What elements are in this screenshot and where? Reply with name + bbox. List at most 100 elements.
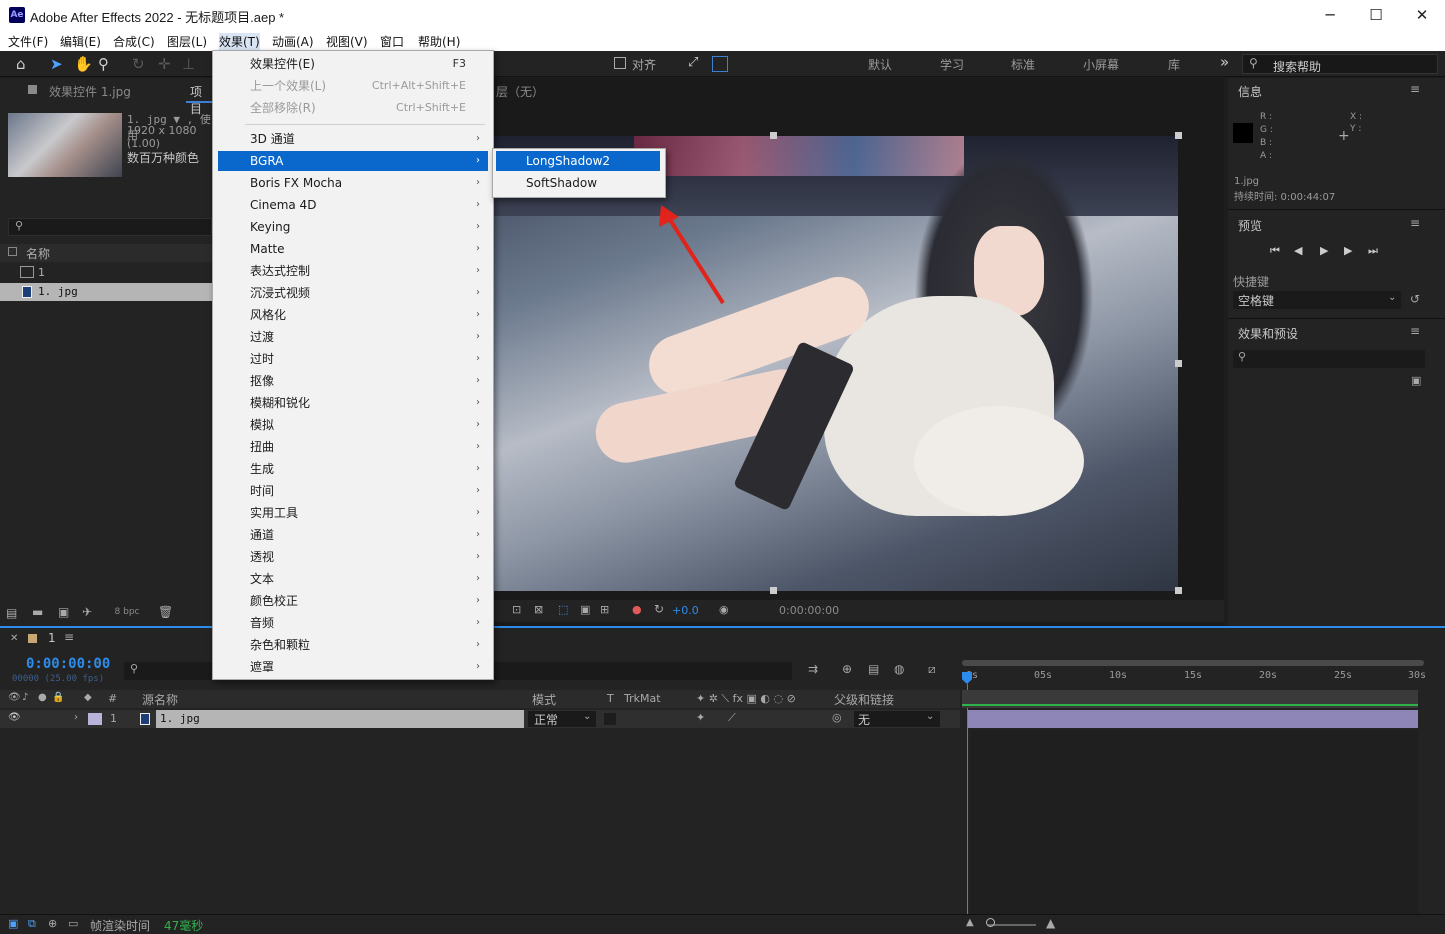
menu-item-audio[interactable]: 音频 › xyxy=(218,613,488,633)
menu-item-bgra[interactable]: BGRA › xyxy=(218,151,488,171)
selection-tool-icon[interactable]: ➤ xyxy=(50,55,63,73)
hand-tool-icon[interactable]: ✋ xyxy=(74,55,93,73)
play-icon[interactable]: ▶︎ xyxy=(1320,244,1328,257)
more-workspaces-button[interactable]: » xyxy=(1220,53,1229,71)
workspace-small-screen[interactable]: 小屏幕 xyxy=(1083,56,1119,73)
menu-item-expression-controls[interactable]: 表达式控制 › xyxy=(218,261,488,281)
workspace-standard[interactable]: 标准 xyxy=(1011,56,1035,73)
bit-depth-button[interactable]: 8 bpc xyxy=(105,607,149,621)
visibility-eye-icon[interactable]: 👁 xyxy=(8,712,21,723)
transform-handle[interactable] xyxy=(770,587,777,594)
menu-item-time[interactable]: 时间 › xyxy=(218,481,488,501)
snapshot-icon[interactable]: ◉ xyxy=(719,603,729,616)
color-channels-icon[interactable]: ● xyxy=(632,603,642,616)
current-timecode[interactable]: 0:00:00:00 xyxy=(26,656,110,672)
menu-view[interactable]: 视图(V) xyxy=(326,33,368,50)
snap-target-icon[interactable] xyxy=(712,56,728,72)
new-preset-icon[interactable]: ▣ xyxy=(1411,374,1421,387)
toggle-in-out-icon[interactable]: ⊕ xyxy=(48,917,57,930)
menu-item-blur-sharpen[interactable]: 模糊和锐化 › xyxy=(218,393,488,413)
last-frame-icon[interactable]: ⏭ xyxy=(1368,244,1378,258)
reset-icon[interactable]: ↺ xyxy=(1410,292,1420,306)
menu-item-obsolete[interactable]: 过时 › xyxy=(218,349,488,369)
menu-item-keying-cn[interactable]: 抠像 › xyxy=(218,371,488,391)
previous-frame-icon[interactable]: ◀︎ xyxy=(1294,244,1302,257)
menu-item-stylize[interactable]: 风格化 › xyxy=(218,305,488,325)
menu-item-channel[interactable]: 通道 › xyxy=(218,525,488,545)
work-area-bar[interactable] xyxy=(962,660,1424,666)
col-trkmat[interactable]: TrkMat xyxy=(624,692,661,705)
menu-item-simulation[interactable]: 模拟 › xyxy=(218,415,488,435)
layer-row[interactable]: 👁 › 1 1. jpg 正常 ⌄ ✦ ⟋ ◎ 无 ⌄ xyxy=(0,710,960,728)
composition-image[interactable] xyxy=(494,136,1178,591)
zoom-slider-thumb[interactable] xyxy=(986,918,995,927)
playhead-handle[interactable] xyxy=(962,672,972,684)
col-mode[interactable]: 模式 xyxy=(532,691,556,708)
exposure-value[interactable]: +0.0 xyxy=(672,604,699,617)
transform-handle[interactable] xyxy=(1175,360,1182,367)
col-source-name[interactable]: 源名称 xyxy=(142,691,178,708)
pick-whip-icon[interactable]: ◎ xyxy=(832,711,842,724)
submenu-item-longshadow2[interactable]: LongShadow2 xyxy=(496,151,660,171)
always-preview-icon[interactable]: ⊡ xyxy=(512,603,521,616)
zoom-slider[interactable] xyxy=(988,924,1036,926)
menu-window[interactable]: 窗口 xyxy=(380,33,404,50)
menu-item-color-correction[interactable]: 颜色校正 › xyxy=(218,591,488,611)
comp-tab[interactable]: 1 xyxy=(48,631,56,645)
project-row[interactable]: 1 xyxy=(0,264,212,282)
expand-arrow-icon[interactable]: › xyxy=(74,712,78,723)
interpret-footage-icon[interactable]: ▤ xyxy=(6,606,17,620)
pan-behind-tool-icon[interactable]: ⊥ xyxy=(182,55,195,73)
workspace-default[interactable]: 默认 xyxy=(868,56,892,73)
align-checkbox[interactable] xyxy=(614,57,626,69)
effects-search-field[interactable]: ⚲ xyxy=(1233,350,1425,368)
panel-menu-icon[interactable]: ≡ xyxy=(64,630,74,644)
reset-exposure-icon[interactable]: ↻ xyxy=(654,602,664,616)
search-help-field[interactable]: ⚲ 搜索帮助 xyxy=(1242,54,1438,74)
transform-handle[interactable] xyxy=(1175,587,1182,594)
panel-menu-icon[interactable]: ≡ xyxy=(1410,324,1420,338)
region-of-interest-icon[interactable]: ▣ xyxy=(580,603,590,616)
quality-switch-icon[interactable]: ⟋ xyxy=(728,711,736,725)
home-icon[interactable]: ⌂ xyxy=(16,55,26,73)
layer-mode-select[interactable]: 正常 ⌄ xyxy=(528,711,596,727)
snap-icon[interactable]: ⤢ xyxy=(688,55,698,70)
menu-effect[interactable]: 效果(T) xyxy=(219,33,260,50)
trash-icon[interactable]: 🗑 xyxy=(158,605,173,619)
menu-edit[interactable]: 编辑(E) xyxy=(60,33,101,50)
first-frame-icon[interactable]: ⏮ xyxy=(1270,244,1280,258)
anchor-tool-icon[interactable]: ✛ xyxy=(158,55,171,73)
tab-effect-controls[interactable]: 效果控件 1.jpg xyxy=(49,83,131,100)
close-tab-icon[interactable]: ✕ xyxy=(10,633,18,644)
shy-switch-icon[interactable]: ✦ xyxy=(696,711,705,724)
layer-duration-bar[interactable] xyxy=(968,710,1418,728)
menu-item-keying[interactable]: Keying › xyxy=(218,217,488,237)
transparency-grid-icon[interactable]: ⊞ xyxy=(600,603,609,616)
composition-flowchart-icon[interactable]: ⇉ xyxy=(808,662,818,676)
frame-blending-icon[interactable]: ▤ xyxy=(868,662,879,676)
preserve-transparency-checkbox[interactable] xyxy=(604,713,616,725)
transform-handle[interactable] xyxy=(770,132,777,139)
menu-item-boris-fx-mocha[interactable]: Boris FX Mocha › xyxy=(218,173,488,193)
transform-handle[interactable] xyxy=(1175,132,1182,139)
menu-item-distort[interactable]: 扭曲 › xyxy=(218,437,488,457)
menu-item-matte[interactable]: Matte › xyxy=(218,239,488,259)
graph-editor-icon[interactable]: ⧄ xyxy=(928,662,936,677)
parent-select[interactable]: 无 ⌄ xyxy=(854,711,940,727)
maximize-button[interactable]: ☐ xyxy=(1353,0,1399,30)
menu-item-cinema-4d[interactable]: Cinema 4D › xyxy=(218,195,488,215)
menu-layer[interactable]: 图层(L) xyxy=(167,33,207,50)
new-folder-icon[interactable]: ▬ xyxy=(32,605,43,619)
grid-icon[interactable]: ⊠ xyxy=(534,603,543,616)
menu-item-noise-grain[interactable]: 杂色和颗粒 › xyxy=(218,635,488,655)
menu-composition[interactable]: 合成(C) xyxy=(113,33,155,50)
mask-visibility-icon[interactable]: ⬚ xyxy=(558,603,568,616)
menu-animation[interactable]: 动画(A) xyxy=(272,33,314,50)
viewer-timecode[interactable]: 0:00:00:00 xyxy=(779,604,839,617)
menu-item-generate[interactable]: 生成 › xyxy=(218,459,488,479)
col-name[interactable]: 名称 xyxy=(26,245,50,262)
motion-blur-icon[interactable]: ◍ xyxy=(894,662,904,676)
menu-item-text[interactable]: 文本 › xyxy=(218,569,488,589)
toggle-modes-icon[interactable]: ⧉ xyxy=(28,917,36,931)
menu-item-transition[interactable]: 过渡 › xyxy=(218,327,488,347)
